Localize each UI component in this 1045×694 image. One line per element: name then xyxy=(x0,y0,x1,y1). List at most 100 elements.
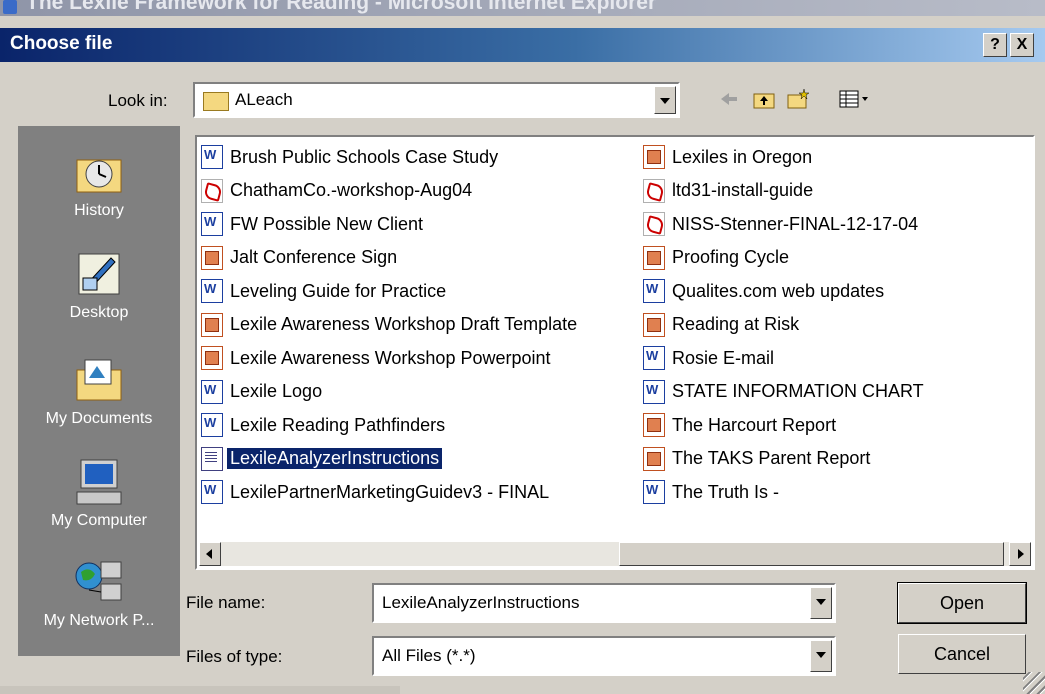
place-label: My Computer xyxy=(50,512,148,529)
place-my-computer[interactable]: My Computer xyxy=(18,456,180,530)
file-name: LexileAnalyzerInstructions xyxy=(227,448,443,469)
lookin-label: Look in: xyxy=(108,91,168,110)
chevron-down-icon[interactable] xyxy=(654,86,676,114)
file-item[interactable]: Qualites.com web updates xyxy=(643,277,887,305)
back-arrow-icon[interactable] xyxy=(718,88,740,110)
pdf-icon xyxy=(643,212,665,236)
up-folder-icon[interactable] xyxy=(752,88,775,110)
file-name: The TAKS Parent Report xyxy=(672,448,871,468)
file-name: ChathamCo.-workshop-Aug04 xyxy=(230,180,473,200)
file-item[interactable]: Lexile Logo xyxy=(201,378,325,406)
filename-label: File name: xyxy=(186,593,266,612)
filetype-select[interactable]: All Files (*.*) xyxy=(372,636,836,676)
close-button[interactable]: X xyxy=(1010,33,1034,57)
file-item[interactable]: Rosie E-mail xyxy=(643,344,777,372)
place-history[interactable]: History xyxy=(18,146,180,220)
file-name: Lexile Awareness Workshop Powerpoint xyxy=(230,347,551,368)
powerpoint-icon xyxy=(643,312,665,337)
word-doc-icon xyxy=(201,279,223,303)
powerpoint-icon xyxy=(201,245,223,270)
file-item[interactable]: Lexiles in Oregon xyxy=(643,143,815,171)
status-strip xyxy=(0,686,400,694)
history-icon xyxy=(76,159,122,193)
file-name: The Harcourt Report xyxy=(672,414,837,435)
file-list[interactable]: Brush Public Schools Case Study ChathamCo… xyxy=(195,135,1035,570)
desktop-icon xyxy=(78,253,120,295)
file-item[interactable]: ChathamCo.-workshop-Aug04 xyxy=(201,177,475,205)
powerpoint-icon xyxy=(201,346,223,370)
new-folder-icon[interactable] xyxy=(786,88,810,110)
file-item[interactable]: Jalt Conference Sign xyxy=(201,244,400,272)
file-name: The Truth Is - xyxy=(672,481,780,502)
file-item[interactable]: The Truth Is - xyxy=(643,478,782,506)
powerpoint-icon xyxy=(201,312,223,337)
places-bar: History Desktop My Documents My Computer… xyxy=(18,126,180,656)
file-name: Proofing Cycle xyxy=(672,247,790,267)
place-label: History xyxy=(74,202,124,219)
text-doc-icon xyxy=(201,446,223,471)
file-name: Brush Public Schools Case Study xyxy=(230,146,499,167)
filename-field[interactable]: LexileAnalyzerInstructions xyxy=(372,583,836,623)
word-doc-icon xyxy=(201,212,223,236)
file-name: Lexile Logo xyxy=(230,381,323,401)
file-item[interactable]: ltd31-install-guide xyxy=(643,177,816,205)
file-item[interactable]: NISS-Stenner-FINAL-12-17-04 xyxy=(643,210,921,238)
file-item[interactable]: The Harcourt Report xyxy=(643,411,839,439)
file-name: Leveling Guide for Practice xyxy=(230,280,447,301)
file-item[interactable]: LexilePartnerMarketingGuidev3 - FINAL xyxy=(201,478,552,506)
place-label: My Documents xyxy=(45,410,153,427)
browser-title-bar: The Lexile Framework for Reading - Micro… xyxy=(0,0,1045,16)
file-item[interactable]: Proofing Cycle xyxy=(643,244,792,272)
file-item[interactable]: FW Possible New Client xyxy=(201,210,426,238)
pdf-icon xyxy=(201,178,223,203)
file-name: Rosie E-mail xyxy=(672,347,775,368)
file-name: Reading at Risk xyxy=(672,314,800,334)
file-name: Lexiles in Oregon xyxy=(672,146,813,167)
lookin-value: ALeach xyxy=(235,90,293,109)
my-network-places-icon xyxy=(75,561,122,601)
ie-icon xyxy=(3,0,17,14)
place-label: Desktop xyxy=(69,304,129,321)
place-my-network-places[interactable]: My Network P... xyxy=(18,556,180,630)
file-item[interactable]: Lexile Reading Pathfinders xyxy=(201,411,448,439)
view-menu-icon[interactable] xyxy=(838,88,872,110)
file-item[interactable]: Reading at Risk xyxy=(643,311,802,339)
file-name: NISS-Stenner-FINAL-12-17-04 xyxy=(672,213,919,234)
lookin-combo[interactable]: ALeach xyxy=(193,82,680,118)
place-desktop[interactable]: Desktop xyxy=(18,248,180,322)
file-name: ltd31-install-guide xyxy=(672,180,814,200)
file-item[interactable]: Leveling Guide for Practice xyxy=(201,277,449,305)
file-item[interactable]: The TAKS Parent Report xyxy=(643,445,873,473)
scroll-right-icon[interactable] xyxy=(1009,542,1031,566)
scroll-left-icon[interactable] xyxy=(199,542,221,566)
open-button[interactable]: Open xyxy=(897,582,1027,624)
file-name: FW Possible New Client xyxy=(230,213,424,234)
resize-grip-icon[interactable] xyxy=(1023,672,1045,694)
folder-icon xyxy=(203,92,229,111)
my-documents-icon xyxy=(76,359,122,401)
file-item[interactable]: Lexile Awareness Workshop Draft Template xyxy=(201,311,580,339)
cancel-button[interactable]: Cancel xyxy=(898,634,1026,674)
file-name: Lexile Reading Pathfinders xyxy=(230,414,446,435)
file-item[interactable]: STATE INFORMATION CHART xyxy=(643,378,927,406)
file-item[interactable]: Lexile Awareness Workshop Powerpoint xyxy=(201,344,554,372)
powerpoint-icon xyxy=(643,145,665,169)
help-button[interactable]: ? xyxy=(983,33,1007,57)
file-name: Jalt Conference Sign xyxy=(230,247,398,267)
chevron-down-icon[interactable] xyxy=(810,587,832,619)
horizontal-scrollbar[interactable] xyxy=(199,542,1031,566)
dialog-title: Choose file xyxy=(10,33,113,54)
word-doc-icon xyxy=(201,413,223,437)
powerpoint-icon xyxy=(643,245,665,270)
scrollbar-thumb[interactable] xyxy=(619,542,1004,566)
word-doc-icon xyxy=(201,379,223,404)
place-my-documents[interactable]: My Documents xyxy=(18,354,180,428)
word-doc-icon xyxy=(201,145,223,169)
chevron-down-icon[interactable] xyxy=(810,640,832,672)
filetype-value: All Files (*.*) xyxy=(382,646,476,665)
filename-value: LexileAnalyzerInstructions xyxy=(382,593,580,612)
pdf-icon xyxy=(643,178,665,203)
file-item[interactable]: LexileAnalyzerInstructions xyxy=(201,445,443,473)
file-name: Qualites.com web updates xyxy=(672,280,885,301)
file-item[interactable]: Brush Public Schools Case Study xyxy=(201,143,501,171)
